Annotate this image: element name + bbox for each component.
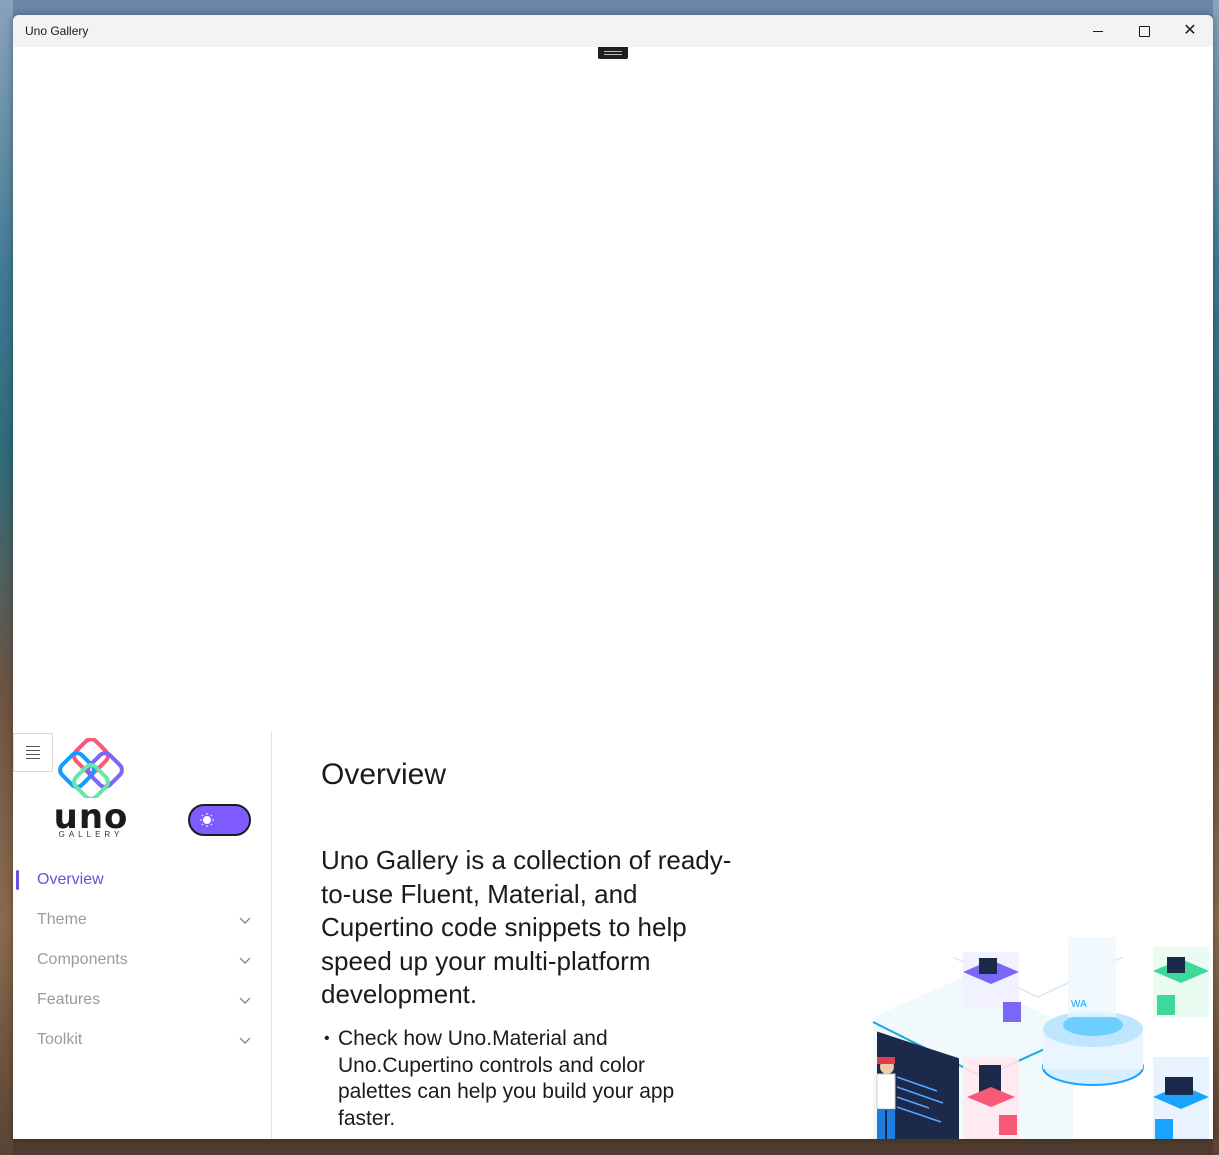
wa-label: WA bbox=[1071, 999, 1087, 1010]
nav-item-theme[interactable]: Theme bbox=[13, 900, 271, 940]
logo-subtitle: GALLERY bbox=[58, 830, 124, 839]
chevron-down-icon bbox=[239, 957, 251, 964]
nav-item-label: Components bbox=[37, 951, 128, 968]
bullet-dot: • bbox=[324, 1030, 330, 1047]
window-title: Uno Gallery bbox=[25, 24, 89, 38]
feature-bullet: • Check how Uno.Material and Uno.Cuperti… bbox=[324, 1026, 718, 1133]
hamburger-menu-button[interactable] bbox=[13, 733, 53, 772]
debug-toolbar-handle[interactable] bbox=[598, 47, 628, 59]
intro-paragraph: Uno Gallery is a collection of ready-to-… bbox=[321, 845, 732, 1010]
nav-item-overview[interactable]: Overview bbox=[13, 860, 271, 900]
minimize-icon bbox=[1093, 30, 1103, 32]
maximize-icon bbox=[1138, 25, 1150, 37]
page-title: Overview bbox=[321, 758, 447, 791]
nav-item-label: Overview bbox=[37, 871, 104, 888]
minimize-button[interactable] bbox=[1075, 15, 1121, 47]
nav-item-toolkit[interactable]: Toolkit bbox=[13, 1020, 271, 1060]
chevron-down-icon bbox=[239, 1037, 251, 1044]
desktop-wallpaper-left bbox=[0, 0, 13, 1155]
bullet-text: Check how Uno.Material and Uno.Cupertino… bbox=[338, 1027, 675, 1131]
nav-item-label: Theme bbox=[37, 911, 87, 928]
nav-item-components[interactable]: Components bbox=[13, 940, 271, 980]
maximize-button[interactable] bbox=[1121, 15, 1167, 47]
nav-item-label: Features bbox=[37, 991, 101, 1008]
chevron-down-icon bbox=[239, 997, 251, 1004]
logo-wordmark: uno bbox=[53, 797, 129, 837]
nav-menu: Overview Theme Components Features Toolk… bbox=[13, 860, 271, 1060]
hamburger-icon bbox=[26, 746, 40, 759]
sun-icon bbox=[200, 813, 214, 827]
chevron-down-icon bbox=[239, 917, 251, 924]
uno-gallery-logo: uno GALLERY bbox=[51, 737, 131, 839]
close-icon: ✕ bbox=[1183, 22, 1197, 39]
theme-toggle[interactable] bbox=[188, 804, 251, 836]
nav-item-label: Toolkit bbox=[37, 1031, 83, 1048]
selection-indicator bbox=[16, 870, 19, 890]
app-window: Uno Gallery ✕ uno GALLERY Overview Theme… bbox=[13, 15, 1213, 1139]
platforms-illustration: WA bbox=[872, 937, 1209, 1139]
nav-item-features[interactable]: Features bbox=[13, 980, 271, 1020]
title-bar[interactable]: Uno Gallery ✕ bbox=[13, 15, 1213, 47]
navigation-pane: uno GALLERY Overview Theme Components Fe… bbox=[13, 732, 272, 1139]
desktop-wallpaper-right bbox=[1213, 0, 1219, 1155]
window-content: uno GALLERY Overview Theme Components Fe… bbox=[13, 47, 1213, 1139]
uno-logo-icon bbox=[58, 737, 124, 801]
close-button[interactable]: ✕ bbox=[1167, 15, 1213, 47]
